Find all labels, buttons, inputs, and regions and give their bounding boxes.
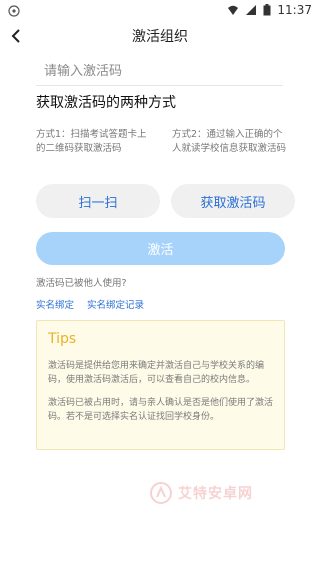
- activate-button[interactable]: 激活: [36, 232, 285, 265]
- scan-button[interactable]: 扫一扫: [36, 184, 160, 218]
- header: 激活组织: [0, 22, 320, 52]
- tips-title: Tips: [48, 331, 77, 347]
- watermark: 艾特安卓网: [150, 482, 253, 504]
- page-title: 激活组织: [132, 29, 188, 45]
- method-2-text: 方式2：通过输入正确的个人就读学校信息获取激活码: [172, 129, 287, 154]
- tips-box: Tips 激活码是提供给您用来确定并激活自己与学校关系的编码，使用激活码激活后，…: [36, 320, 285, 450]
- signal-icon: [246, 5, 257, 15]
- tips-paragraph-1: 激活码是提供给您用来确定并激活自己与学校关系的编码，使用激活码激活后，可以查看自…: [48, 361, 265, 385]
- real-name-bind-link[interactable]: 实名绑定: [36, 297, 74, 311]
- tips-paragraph-2: 激活码已被占用时，请与亲人确认是否是他们使用了激活码。若不是可选择实名认证找回学…: [48, 398, 274, 422]
- activation-code-input[interactable]: [36, 58, 283, 86]
- wifi-icon: [228, 5, 239, 15]
- notification-icon: [8, 5, 20, 17]
- method-1-text: 方式1：扫描考试答题卡上的二维码获取激活码: [36, 129, 147, 154]
- battery-icon: [263, 4, 271, 16]
- code-used-question: 激活码已被他人使用?: [36, 278, 127, 289]
- watermark-logo-icon: [150, 482, 172, 504]
- watermark-text: 艾特安卓网: [178, 486, 253, 502]
- get-code-button[interactable]: 获取激活码: [171, 184, 295, 218]
- status-time: 11:37: [277, 3, 312, 17]
- status-bar: 11:37: [0, 0, 320, 22]
- section-title: 获取激活码的两种方式: [36, 95, 176, 111]
- bind-records-link[interactable]: 实名绑定记录: [87, 297, 144, 311]
